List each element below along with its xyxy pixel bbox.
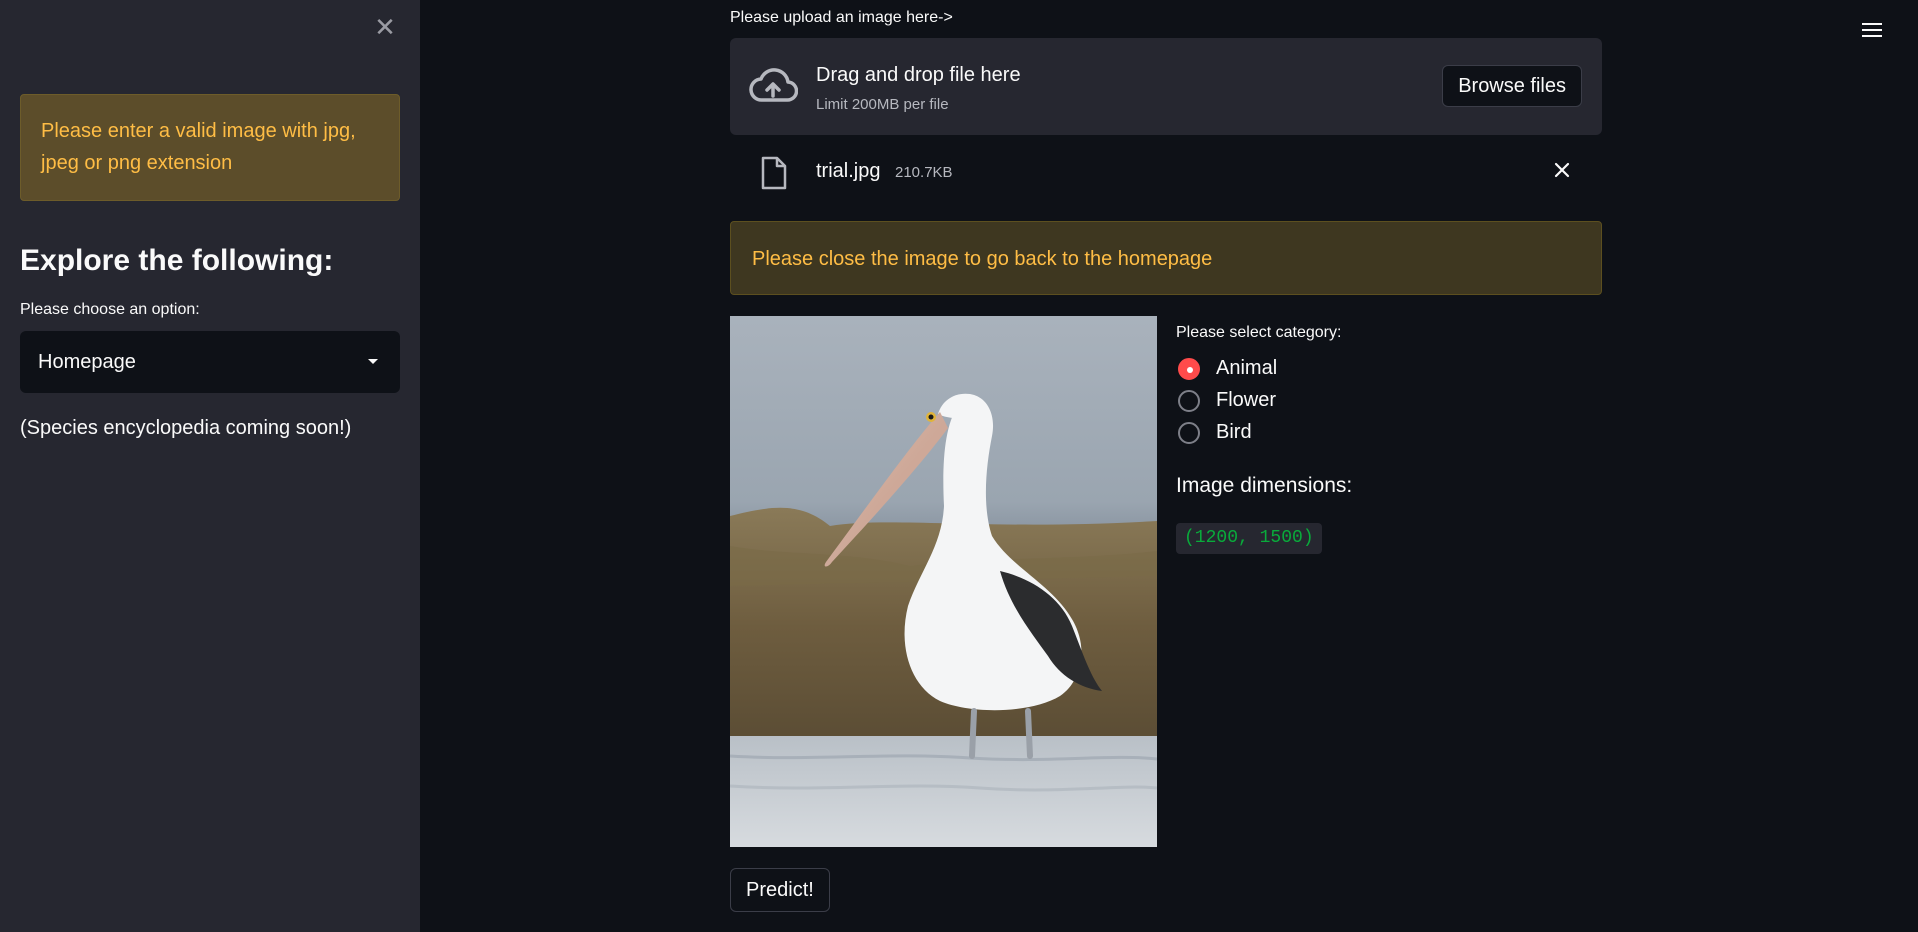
radio-unselected-icon <box>1178 422 1200 444</box>
file-name: trial.jpg <box>816 160 881 182</box>
uploaded-file-row: trial.jpg 210.7KB <box>730 150 1602 194</box>
browse-files-button[interactable]: Browse files <box>1442 65 1582 107</box>
radio-label: Animal <box>1216 357 1278 379</box>
sidebar: ✕ Please enter a valid image with jpg, j… <box>0 0 420 932</box>
sidebar-note: (Species encyclopedia coming soon!) <box>20 417 352 439</box>
sidebar-heading: Explore the following: <box>20 244 334 277</box>
hamburger-menu-icon[interactable] <box>1862 20 1882 40</box>
caret-down-icon <box>368 359 378 364</box>
uploaded-image <box>730 316 1157 847</box>
dropzone-title: Drag and drop file here <box>816 64 1021 86</box>
cloud-upload-icon <box>749 68 798 102</box>
file-icon <box>761 156 787 190</box>
radio-unselected-icon <box>1178 390 1200 412</box>
select-value: Homepage <box>38 351 136 373</box>
homepage-warning: Please close the image to go back to the… <box>730 221 1602 295</box>
option-select[interactable]: Homepage <box>20 331 400 393</box>
sidebar-close-icon[interactable]: ✕ <box>372 14 398 40</box>
radio-label: Flower <box>1216 389 1277 411</box>
dropzone-limit: Limit 200MB per file <box>816 96 949 113</box>
radio-label: Bird <box>1216 421 1252 443</box>
image-dimensions-label: Image dimensions: <box>1176 474 1353 497</box>
select-label: Please choose an option: <box>20 301 200 318</box>
file-size: 210.7KB <box>895 164 953 181</box>
file-dropzone[interactable]: Drag and drop file here Limit 200MB per … <box>730 38 1602 135</box>
category-label: Please select category: <box>1176 324 1342 341</box>
radio-selected-icon <box>1178 358 1200 380</box>
predict-button[interactable]: Predict! <box>730 868 830 912</box>
sidebar-warning: Please enter a valid image with jpg, jpe… <box>20 94 400 201</box>
remove-file-close-icon[interactable] <box>1550 158 1574 182</box>
image-dimensions-value: (1200, 1500) <box>1176 523 1322 554</box>
upload-label: Please upload an image here-> <box>730 9 953 26</box>
